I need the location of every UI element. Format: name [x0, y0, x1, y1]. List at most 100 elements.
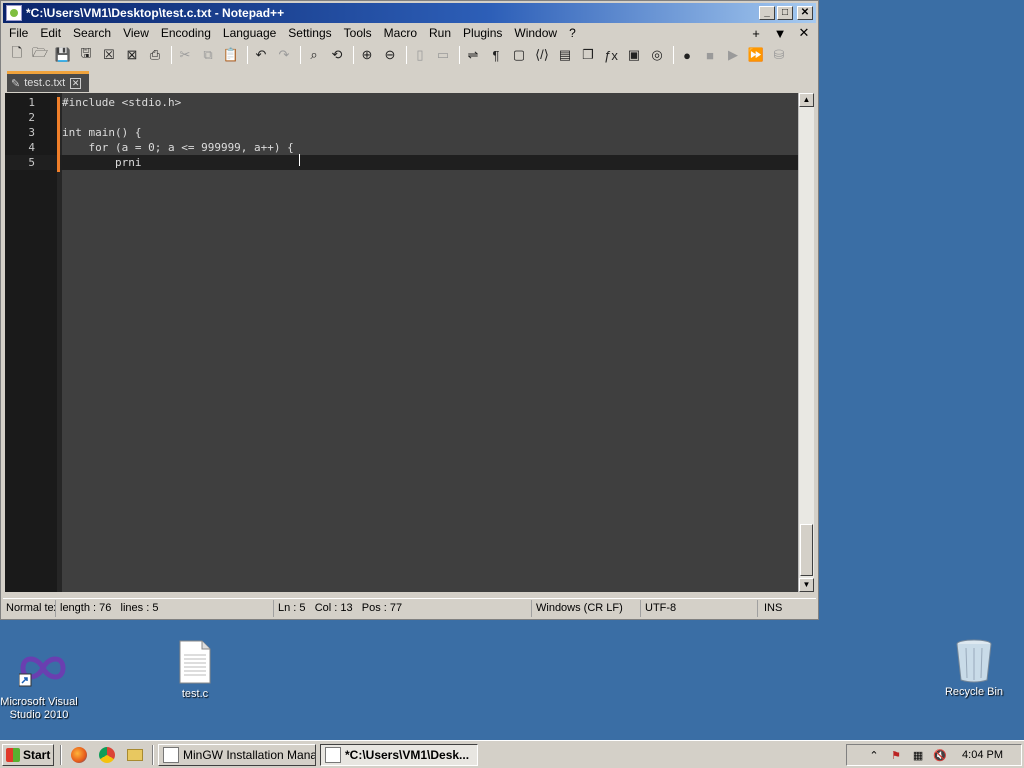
desktop-icon-recycle-bin[interactable]: Recycle Bin [929, 638, 1019, 699]
mingw-icon [163, 746, 179, 763]
clock[interactable]: 4:04 PM [962, 749, 1003, 761]
menu-tools[interactable]: Tools [338, 24, 378, 42]
start-button[interactable]: Start [2, 743, 54, 766]
code-line[interactable]: 3 int main() { [5, 125, 798, 140]
menu-run[interactable]: Run [423, 24, 457, 42]
print-icon[interactable]: ⎙ [145, 45, 165, 65]
replace-icon[interactable]: ⟲ [327, 45, 347, 65]
line-code[interactable]: #include <stdio.h> [62, 95, 181, 110]
status-length: length : 76 lines : 5 [56, 600, 176, 617]
save-macro-icon[interactable]: ⛁ [769, 45, 789, 65]
action-center-flag-icon[interactable]: ⚑ [888, 747, 904, 763]
cut-icon[interactable]: ✂ [175, 45, 195, 65]
desktop-icon-visual-studio[interactable]: Microsoft Visual Studio 2010 [0, 648, 84, 722]
chrome-icon[interactable] [96, 744, 118, 766]
code-line[interactable]: 1 #include <stdio.h> [5, 95, 798, 110]
menu-edit[interactable]: Edit [34, 24, 67, 42]
line-code[interactable]: for (a = 0; a <= 999999, a++) { [62, 140, 293, 155]
close-all-icon[interactable]: ⊠ [122, 45, 142, 65]
network-icon[interactable]: ▦ [910, 747, 926, 763]
code-line-current[interactable]: 5 prni [5, 155, 798, 170]
tab-close-icon[interactable]: ✕ [70, 77, 82, 89]
menu-language[interactable]: Language [217, 24, 282, 42]
editor[interactable]: 1 #include <stdio.h> 2 3 int main() { 4 … [5, 93, 814, 592]
code-line[interactable]: 4 for (a = 0; a <= 999999, a++) { [5, 140, 798, 155]
save-all-icon[interactable]: 🖫 [76, 45, 96, 65]
redo-icon[interactable]: ↷ [274, 45, 294, 65]
sync-horizontal-icon[interactable]: ▭ [433, 45, 453, 65]
menu-settings[interactable]: Settings [282, 24, 337, 42]
status-position: Ln : 5 Col : 13 Pos : 77 [274, 599, 532, 617]
window-title: *C:\Users\VM1\Desktop\test.c.txt - Notep… [26, 6, 285, 20]
text-file-icon [175, 640, 215, 684]
desktop-icon-test-c[interactable]: test.c [150, 640, 240, 701]
xml-tag-icon[interactable]: ⟨/⟩ [532, 45, 552, 65]
folder-workspace-icon[interactable]: ▣ [624, 45, 644, 65]
document-map-icon[interactable]: ▤ [555, 45, 575, 65]
task-notepad-plus-plus[interactable]: *C:\Users\VM1\Desk... [320, 743, 478, 766]
stop-record-icon[interactable]: ■ [700, 45, 720, 65]
word-wrap-icon[interactable]: ⇌ [463, 45, 483, 65]
menu-encoding[interactable]: Encoding [155, 24, 217, 42]
task-label: MinGW Installation Mana... [183, 747, 316, 762]
tab-test-c-txt[interactable]: ✎ test.c.txt ✕ [7, 71, 89, 92]
monitoring-icon[interactable]: ◎ [647, 45, 667, 65]
close-document-icon[interactable]: ✕ [792, 25, 816, 41]
toolbar-separator [171, 46, 172, 64]
title-bar[interactable]: *C:\Users\VM1\Desktop\test.c.txt - Notep… [3, 3, 816, 23]
new-tab-plus-icon[interactable]: + [744, 26, 768, 41]
menu-plugins[interactable]: Plugins [457, 24, 508, 42]
scroll-up-arrow-icon[interactable]: ▲ [799, 93, 814, 107]
task-mingw-installer[interactable]: MinGW Installation Mana... [158, 743, 316, 766]
run-macro-multiple-icon[interactable]: ⏩ [746, 45, 766, 65]
minimize-button[interactable]: _ [759, 6, 775, 20]
maximize-button[interactable]: □ [777, 6, 793, 20]
show-hidden-icons-arrow-icon[interactable]: ⌃ [866, 747, 882, 763]
zoom-out-icon[interactable]: ⊖ [380, 45, 400, 65]
paste-icon[interactable]: 📋 [221, 45, 241, 65]
play-macro-icon[interactable]: ▶ [723, 45, 743, 65]
menu-help[interactable]: ? [563, 24, 582, 42]
firefox-icon[interactable] [68, 744, 90, 766]
status-insert-mode: INS [764, 601, 783, 614]
indent-guide-icon[interactable]: ▢ [509, 45, 529, 65]
toolbar-separator [353, 46, 354, 64]
open-file-icon[interactable]: 🗁 [30, 45, 50, 65]
record-macro-icon[interactable]: ● [677, 45, 697, 65]
status-col-value: Col : 13 [314, 601, 353, 614]
menu-view[interactable]: View [117, 24, 155, 42]
menu-macro[interactable]: Macro [378, 24, 423, 42]
function-list-icon[interactable]: ƒx [601, 45, 621, 65]
sync-vertical-icon[interactable]: ▯ [410, 45, 430, 65]
windows-flag-icon [6, 747, 20, 762]
line-code[interactable]: prni [62, 155, 142, 170]
notepad-plus-plus-window: *C:\Users\VM1\Desktop\test.c.txt - Notep… [0, 0, 819, 620]
vertical-scrollbar[interactable]: ▲ ▼ [798, 93, 814, 592]
new-file-icon[interactable]: 🗋 [7, 45, 27, 65]
scroll-down-arrow-icon[interactable]: ▼ [799, 578, 814, 592]
line-code[interactable]: int main() { [62, 125, 141, 140]
document-list-icon[interactable]: ❐ [578, 45, 598, 65]
close-icon[interactable]: ☒ [99, 45, 119, 65]
desktop-icon-label: Microsoft Visual Studio 2010 [0, 696, 78, 721]
status-pos-value: Pos : 77 [361, 601, 403, 614]
notepad-app-icon[interactable] [6, 5, 22, 21]
undo-icon[interactable]: ↶ [251, 45, 271, 65]
status-encoding: UTF-8 [641, 599, 758, 617]
menu-file[interactable]: File [3, 24, 34, 42]
close-button[interactable]: ✕ [797, 6, 813, 20]
save-icon[interactable]: 💾 [53, 45, 73, 65]
menu-search[interactable]: Search [67, 24, 117, 42]
show-all-chars-icon[interactable]: ¶ [486, 45, 506, 65]
zoom-in-icon[interactable]: ⊕ [357, 45, 377, 65]
copy-icon[interactable]: ⧉ [198, 45, 218, 65]
find-icon[interactable]: ⌕ [304, 45, 324, 65]
scroll-thumb[interactable] [800, 524, 813, 576]
notepad-task-icon [325, 746, 341, 763]
tab-list-arrow-icon[interactable]: ▼ [768, 26, 792, 41]
menu-bar: File Edit Search View Encoding Language … [3, 24, 816, 42]
menu-window[interactable]: Window [508, 24, 563, 42]
volume-muted-icon[interactable]: 🔇 [932, 747, 948, 763]
explorer-folder-icon[interactable] [124, 744, 146, 766]
code-line[interactable]: 2 [5, 110, 798, 125]
